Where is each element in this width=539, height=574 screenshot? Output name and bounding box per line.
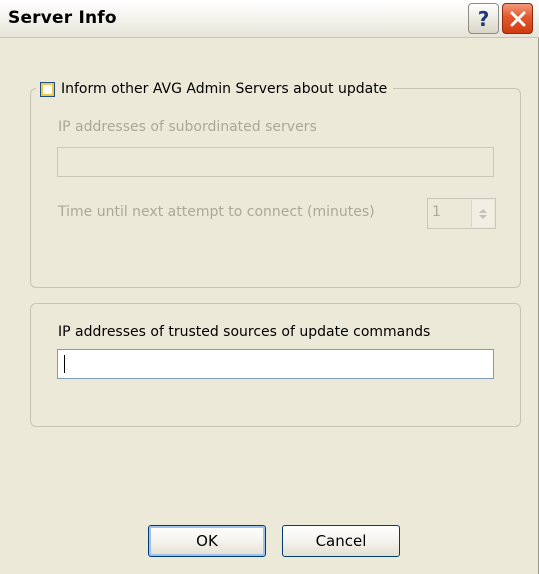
cancel-button[interactable]: Cancel [282, 525, 400, 557]
subordinated-servers-input[interactable] [58, 148, 493, 176]
spinner-buttons[interactable] [471, 200, 494, 227]
title-bar[interactable]: Server Info ? [0, 0, 539, 38]
inform-checkbox[interactable] [40, 81, 55, 97]
spin-down-icon[interactable] [479, 214, 487, 219]
help-icon: ? [477, 6, 490, 31]
subordinated-servers-field[interactable] [57, 147, 494, 177]
inform-checkbox-row[interactable]: Inform other AVG Admin Servers about upd… [36, 78, 394, 100]
window-title: Server Info [8, 8, 117, 28]
retry-time-value: 1 [432, 204, 441, 220]
retry-time-label: Time until next attempt to connect (minu… [58, 204, 375, 220]
server-info-dialog: Server Info ? Inform other AVG Admin Ser… [0, 0, 539, 574]
help-button[interactable]: ? [468, 3, 499, 34]
ok-button[interactable]: OK [148, 525, 266, 557]
inform-servers-group [30, 88, 521, 288]
close-icon [510, 11, 525, 26]
trusted-sources-field[interactable] [57, 349, 494, 379]
spin-up-icon[interactable] [479, 208, 487, 213]
trusted-sources-label: IP addresses of trusted sources of updat… [58, 324, 431, 340]
trusted-sources-input[interactable] [58, 350, 493, 378]
close-button[interactable] [502, 3, 533, 34]
retry-time-spinner[interactable]: 1 [427, 198, 496, 229]
inform-checkbox-label: Inform other AVG Admin Servers about upd… [61, 81, 388, 97]
subordinated-servers-label: IP addresses of subordinated servers [58, 119, 317, 135]
text-caret [64, 355, 65, 373]
